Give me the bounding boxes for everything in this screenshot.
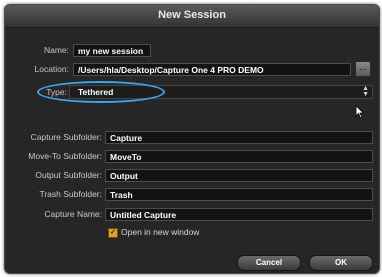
dialog-title: New Session	[158, 9, 226, 21]
name-field[interactable]: my new session	[73, 44, 151, 57]
new-session-dialog: New Session Name: my new session Locatio…	[4, 4, 380, 274]
arrow-cursor-icon	[355, 105, 365, 124]
location-label: Location:	[34, 64, 70, 74]
capture-name-label: Capture Name:	[44, 209, 102, 219]
output-subfolder-field[interactable]: Output	[105, 169, 373, 182]
name-label: Name:	[43, 45, 69, 55]
trash-subfolder-field[interactable]: Trash	[105, 188, 373, 201]
capture-subfolder-label: Capture Subfolder:	[30, 132, 102, 142]
capture-subfolder-field[interactable]: Capture	[105, 131, 373, 144]
output-subfolder-label: Output Subfolder:	[35, 170, 102, 180]
location-field[interactable]: /Users/hla/Desktop/Capture One 4 PRO DEM…	[73, 63, 351, 76]
move-to-subfolder-label: Move-To Subfolder:	[28, 151, 102, 161]
open-in-new-window-label: Open in new window	[121, 227, 200, 237]
highlight-ellipse	[37, 81, 165, 103]
move-to-subfolder-field[interactable]: MoveTo	[105, 150, 373, 163]
cancel-button[interactable]: Cancel	[237, 255, 301, 271]
browse-button[interactable]: ...	[355, 61, 371, 77]
capture-name-field[interactable]: Untitled Capture	[105, 208, 373, 221]
updown-arrows-icon: ▲ ▼	[362, 85, 369, 98]
ok-button[interactable]: OK	[309, 255, 373, 271]
trash-subfolder-label: Trash Subfolder:	[39, 189, 102, 199]
titlebar[interactable]: New Session	[5, 5, 379, 28]
open-in-new-window-checkbox[interactable]: ✓	[108, 228, 118, 238]
